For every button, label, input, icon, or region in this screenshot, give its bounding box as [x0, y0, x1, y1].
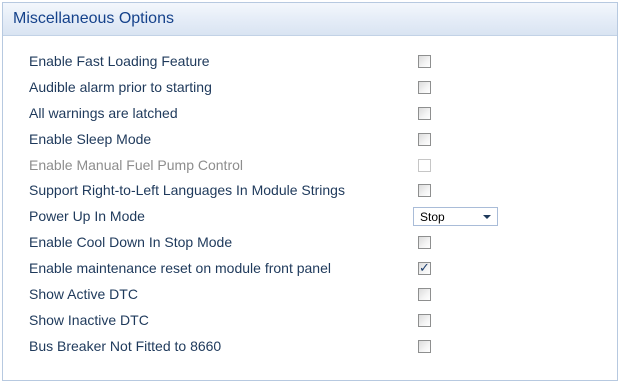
inactive-dtc-checkbox[interactable] — [418, 313, 431, 327]
option-row-rtl-languages: Support Right-to-Left Languages In Modul… — [3, 178, 617, 204]
option-row-manual-fuel-pump: Enable Manual Fuel Pump Control — [3, 153, 617, 179]
fast-loading-checkbox[interactable] — [418, 55, 431, 68]
option-row-audible-alarm: Audible alarm prior to starting — [3, 75, 617, 101]
active-dtc-checkbox[interactable] — [418, 288, 431, 302]
option-row-inactive-dtc: Show Inactive DTC — [3, 308, 617, 334]
option-label: Enable Manual Fuel Pump Control — [29, 156, 244, 173]
miscellaneous-options-panel: Miscellaneous Options Enable Fast Loadin… — [2, 2, 618, 381]
option-label: Support Right-to-Left Languages In Modul… — [29, 182, 345, 199]
power-up-mode-value: Stop — [420, 210, 445, 225]
check-icon: ✓ — [419, 260, 430, 276]
option-label: Enable maintenance reset on module front… — [29, 260, 331, 277]
panel-title: Miscellaneous Options — [3, 3, 617, 36]
option-label: Enable Fast Loading Feature — [29, 53, 210, 69]
option-row-sleep-mode: Enable Sleep Mode — [3, 127, 617, 153]
option-row-bus-breaker: Bus Breaker Not Fitted to 8660 — [3, 334, 617, 360]
chevron-down-icon — [483, 215, 491, 220]
bus-breaker-checkbox[interactable] — [418, 339, 431, 353]
option-row-cool-down: Enable Cool Down In Stop Mode — [3, 230, 617, 256]
options-list: Enable Fast Loading Feature Audible alar… — [3, 49, 617, 360]
option-label: Audible alarm prior to starting — [29, 78, 212, 95]
warnings-latched-checkbox[interactable] — [418, 106, 431, 120]
option-label: Show Inactive DTC — [29, 311, 149, 328]
option-row-warnings-latched: All warnings are latched — [3, 101, 617, 127]
option-label: Bus Breaker Not Fitted to 8660 — [29, 337, 222, 354]
sleep-mode-checkbox[interactable] — [418, 132, 431, 146]
option-label: Enable Cool Down In Stop Mode — [29, 234, 233, 251]
option-label: Power Up In Mode — [29, 208, 145, 225]
cool-down-checkbox[interactable] — [418, 236, 431, 250]
option-label: Show Active DTC — [29, 286, 138, 303]
rtl-languages-checkbox[interactable] — [418, 184, 431, 198]
option-row-power-up-mode: Power Up In Mode Stop — [3, 204, 617, 230]
manual-fuel-pump-checkbox — [418, 158, 431, 172]
maintenance-reset-checkbox[interactable]: ✓ — [418, 260, 431, 276]
power-up-mode-select[interactable]: Stop — [413, 207, 498, 227]
audible-alarm-checkbox[interactable] — [418, 80, 431, 94]
option-label: Enable Sleep Mode — [29, 130, 152, 147]
option-label: All warnings are latched — [29, 104, 178, 121]
option-row-active-dtc: Show Active DTC — [3, 282, 617, 308]
option-row-maintenance-reset: Enable maintenance reset on module front… — [3, 256, 617, 282]
option-row-fast-loading: Enable Fast Loading Feature — [3, 49, 617, 75]
